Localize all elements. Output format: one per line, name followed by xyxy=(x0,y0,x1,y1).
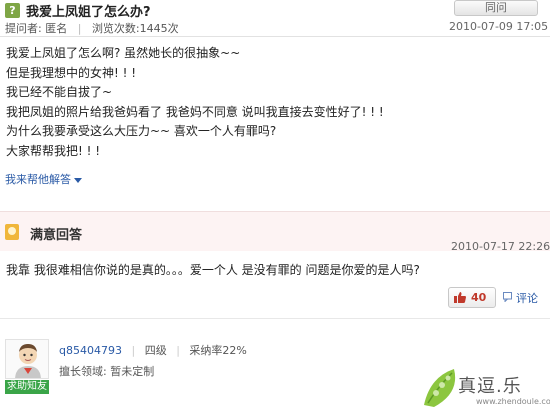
question-date: 2010-07-09 17:05 xyxy=(449,20,549,33)
caret-down-icon xyxy=(74,177,82,183)
avatar-figure-icon xyxy=(6,340,48,378)
comment-icon xyxy=(503,292,512,302)
upvote-button[interactable]: 40 xyxy=(448,287,496,308)
vote-count: 40 xyxy=(471,291,487,304)
question-line: 我已经不能自拔了~ xyxy=(6,85,113,99)
help-answer-link[interactable]: 我来帮他解答 xyxy=(5,171,82,187)
question-meta: 提问者: 匿名 | 浏览次数:1445次 xyxy=(5,20,179,36)
comment-link[interactable]: 评论 xyxy=(516,290,538,306)
answer-body: 我靠 我很难相信你说的是真的。。。爱一个人 是没有罪的 问题是你爱的是人吗? xyxy=(6,263,420,277)
question-body: 我爱上凤姐了怎么啊? 虽然她长的很抽象~~ 但是我理想中的女神! ! ! 我已经… xyxy=(6,44,384,161)
question-mark-icon: ? xyxy=(5,3,20,18)
best-answer-title: 满意回答 xyxy=(30,228,83,243)
asker-name: 匿名 xyxy=(45,22,68,35)
meta-separator: | xyxy=(77,22,82,35)
watermark-url: www.zhendoule.com xyxy=(476,397,550,406)
asker-label: 提问者: xyxy=(5,22,42,35)
avatar[interactable] xyxy=(5,339,49,379)
question-line: 我把凤姐的照片给我爸妈看了 我爸妈不同意 说叫我直接去变性好了! ! ! xyxy=(6,104,384,119)
watermark-text: 真逗.乐 xyxy=(458,376,522,397)
question-line: 但是我理想中的女神! ! ! xyxy=(6,65,137,80)
question-line: 我爱上凤姐了怎么啊? 虽然她长的很抽象~~ xyxy=(6,46,241,60)
view-count: 浏览次数:1445次 xyxy=(91,22,179,35)
answer-divider xyxy=(0,318,550,319)
info-separator: | xyxy=(176,344,180,357)
answerer-info: q85404793 | 四级 | 采纳率22% xyxy=(59,342,247,358)
thumbs-up-icon xyxy=(454,292,466,303)
question-line: 为什么我要承受这么大压力~~ 喜欢一个人有罪吗? xyxy=(6,124,277,138)
info-separator: | xyxy=(131,344,136,357)
avatar-caption[interactable]: 求助知友 xyxy=(5,380,49,394)
help-answer-label: 我来帮他解答 xyxy=(5,173,71,186)
same-question-button[interactable]: 同问 xyxy=(454,0,538,16)
expertise-field: 擅长领域: 暂未定制 xyxy=(59,365,155,378)
question-title: 我爱上凤姐了怎么办? xyxy=(26,5,151,20)
question-line: 大家帮帮我把! ! ! xyxy=(6,143,101,158)
answerer-level: 四级 xyxy=(144,344,167,357)
medal-icon xyxy=(5,224,19,240)
answerer-username[interactable]: q85404793 xyxy=(59,344,122,357)
header-divider xyxy=(0,36,550,37)
adoption-rate: 采纳率22% xyxy=(189,344,247,357)
question-header: ? 我爱上凤姐了怎么办? 同问 提问者: 匿名 | 浏览次数:1445次 201… xyxy=(0,0,550,38)
answer-date: 2010-07-17 22:26 xyxy=(451,240,550,253)
